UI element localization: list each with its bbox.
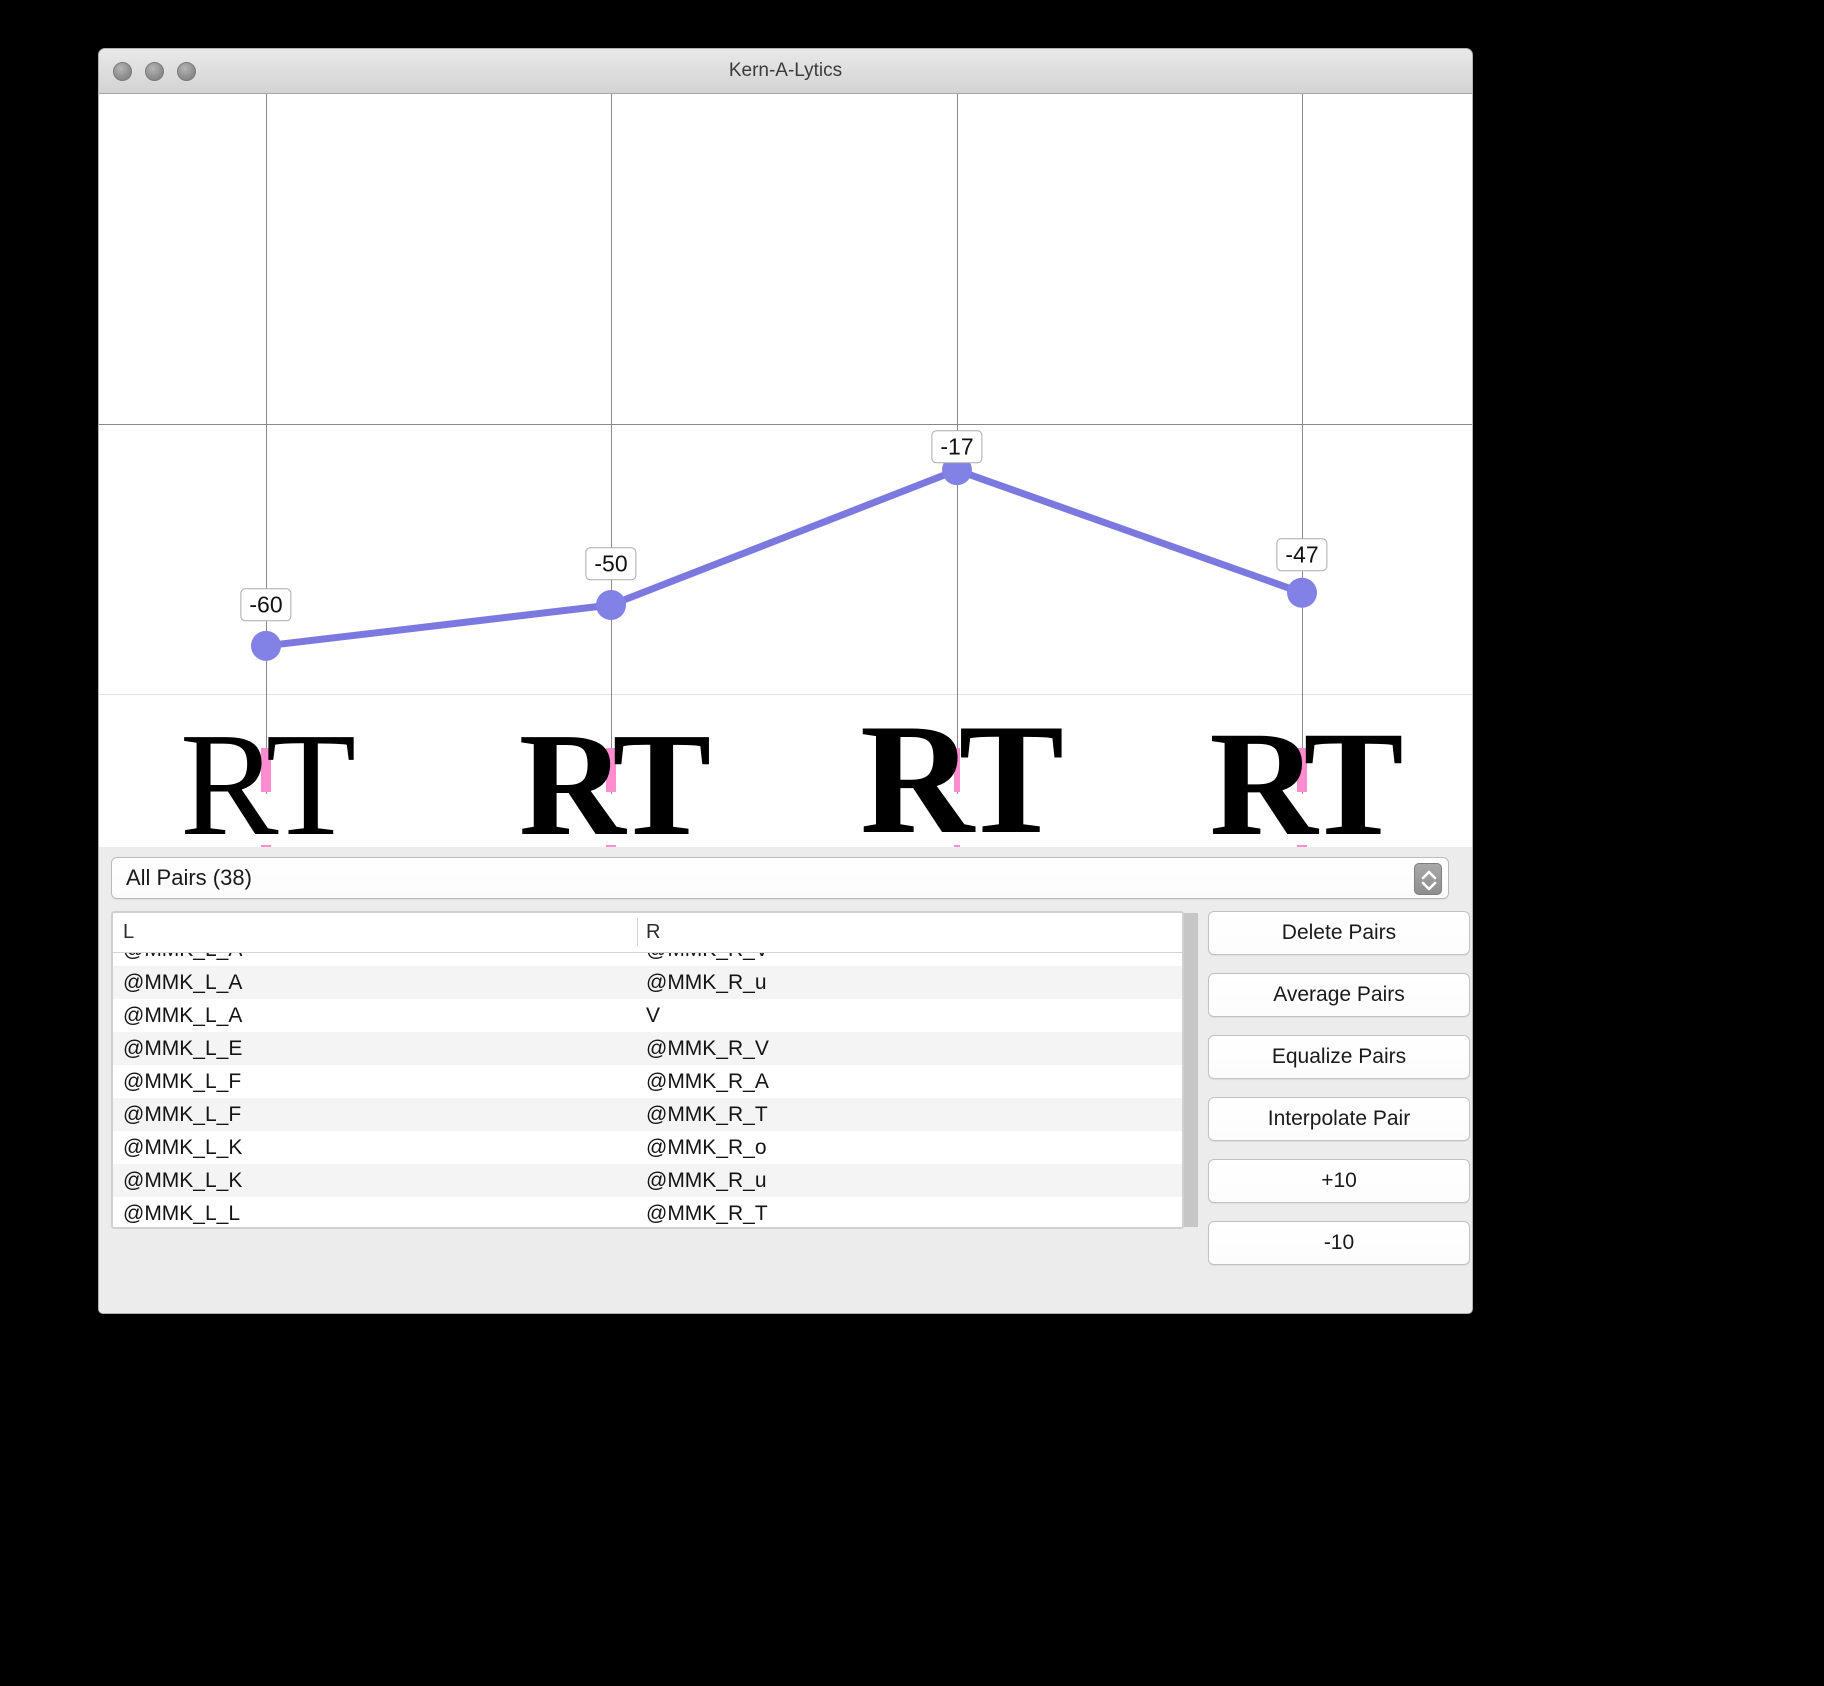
column-divider [637, 918, 638, 946]
pairs-table[interactable]: L R @MMK_L_A@MMK_R_V@MMK_L_A@MMK_R_u@MMK… [111, 911, 1184, 1229]
pairs-filter-row: All Pairs (38) [111, 857, 1460, 899]
cell-left-class: @MMK_L_L [123, 1202, 241, 1225]
controls-panel: All Pairs (38) L R @MMK_L_A@MMK_R_V@MMK_ [99, 847, 1472, 1313]
pairs-filter-select[interactable]: All Pairs (38) [111, 857, 1449, 899]
value-label-3[interactable]: -17 [931, 430, 983, 464]
chevron-updown-icon[interactable] [1414, 863, 1442, 895]
value-label-1[interactable]: -60 [240, 588, 292, 622]
pairs-filter-value: All Pairs (38) [126, 865, 252, 890]
cell-right-class: @MMK_R_u [646, 1169, 767, 1192]
cell-left-class: @MMK_L_F [123, 1070, 242, 1093]
table-row[interactable]: @MMK_L_F @MMK_R_A [113, 1065, 1182, 1098]
cell-right-class: @MMK_R_u [646, 971, 767, 994]
data-point-4[interactable] [1287, 577, 1317, 608]
window-title: Kern-A-Lytics [728, 60, 843, 81]
table-and-actions: L R @MMK_L_A@MMK_R_V@MMK_L_A@MMK_R_u@MMK… [111, 911, 1470, 1265]
cell-left-class: @MMK_L_A [123, 1004, 243, 1027]
window-titlebar: Kern-A-Lytics [99, 49, 1472, 94]
cell-left-class: @MMK_L_K [123, 1136, 243, 1159]
glyph-sample-4[interactable]: RT [1209, 709, 1403, 859]
table-rows-viewport[interactable]: @MMK_L_A@MMK_R_V@MMK_L_A@MMK_R_u@MMK_L_A… [113, 953, 1182, 1227]
data-point-2[interactable] [596, 589, 626, 620]
delete-pairs-button[interactable]: Delete Pairs [1208, 911, 1470, 955]
chevron-updown-glyph [1421, 870, 1437, 891]
cell-right-class: @MMK_R_T [646, 1103, 768, 1126]
data-point-1[interactable] [251, 630, 281, 661]
table-row[interactable]: @MMK_L_A @MMK_R_u [113, 966, 1182, 999]
table-row[interactable]: @MMK_L_K @MMK_R_u [113, 1164, 1182, 1197]
app-window: Kern-A-Lytics -60 -50 -17 -47 RT RT RT R… [98, 48, 1473, 1314]
cell-right-class: V [646, 1004, 661, 1027]
interpolate-pair-button[interactable]: Interpolate Pair [1208, 1097, 1470, 1141]
table-row[interactable]: @MMK_L_A V [113, 999, 1182, 1032]
table-row[interactable]: @MMK_L_L @MMK_R_T [113, 1197, 1182, 1227]
value-label-2[interactable]: -50 [585, 547, 637, 581]
table-vertical-scrollbar[interactable] [1184, 913, 1198, 1227]
equalize-pairs-button[interactable]: Equalize Pairs [1208, 1035, 1470, 1079]
column-header-l[interactable]: L [123, 913, 134, 951]
glyph-sample-1[interactable]: RT [180, 711, 356, 859]
value-label-4[interactable]: -47 [1276, 538, 1328, 572]
decrement-10-button[interactable]: -10 [1208, 1221, 1470, 1265]
average-pairs-button[interactable]: Average Pairs [1208, 973, 1470, 1017]
cell-left-class: @MMK_L_F [123, 1103, 242, 1126]
action-button-column: Delete Pairs Average Pairs Equalize Pair… [1208, 911, 1470, 1265]
cell-right-class: @MMK_R_V [646, 1037, 769, 1060]
cell-right-class: @MMK_R_T [646, 1202, 768, 1225]
table-row[interactable]: @MMK_L_F @MMK_R_T [113, 1098, 1182, 1131]
table-row[interactable]: @MMK_L_K @MMK_R_o [113, 1131, 1182, 1164]
kerning-chart[interactable]: -60 -50 -17 -47 [99, 94, 1472, 794]
cell-left-class: @MMK_L_A [123, 971, 243, 994]
table-header-row: L R [113, 913, 1182, 953]
cell-right-class: @MMK_R_V [646, 953, 769, 966]
kerning-graph-panel[interactable]: -60 -50 -17 -47 RT RT RT RT [99, 94, 1472, 891]
cell-left-class: @MMK_L_K [123, 1169, 243, 1192]
glyph-sample-2[interactable]: RT [519, 711, 711, 859]
cell-right-class: @MMK_R_o [646, 1136, 767, 1159]
table-row[interactable]: @MMK_L_A @MMK_R_V [113, 953, 1182, 966]
cell-left-class: @MMK_L_A [123, 953, 242, 966]
cell-right-class: @MMK_R_A [646, 1070, 769, 1093]
table-row[interactable]: @MMK_L_E @MMK_R_V [113, 1032, 1182, 1065]
cell-left-class: @MMK_L_E [123, 1037, 243, 1060]
increment-10-button[interactable]: +10 [1208, 1159, 1470, 1203]
column-header-r[interactable]: R [646, 913, 660, 951]
kerning-series-line [251, 455, 1317, 661]
glyph-sample-3[interactable]: RT [860, 701, 1064, 859]
table-rows-container: @MMK_L_A@MMK_R_V@MMK_L_A@MMK_R_u@MMK_L_A… [113, 953, 1182, 1227]
